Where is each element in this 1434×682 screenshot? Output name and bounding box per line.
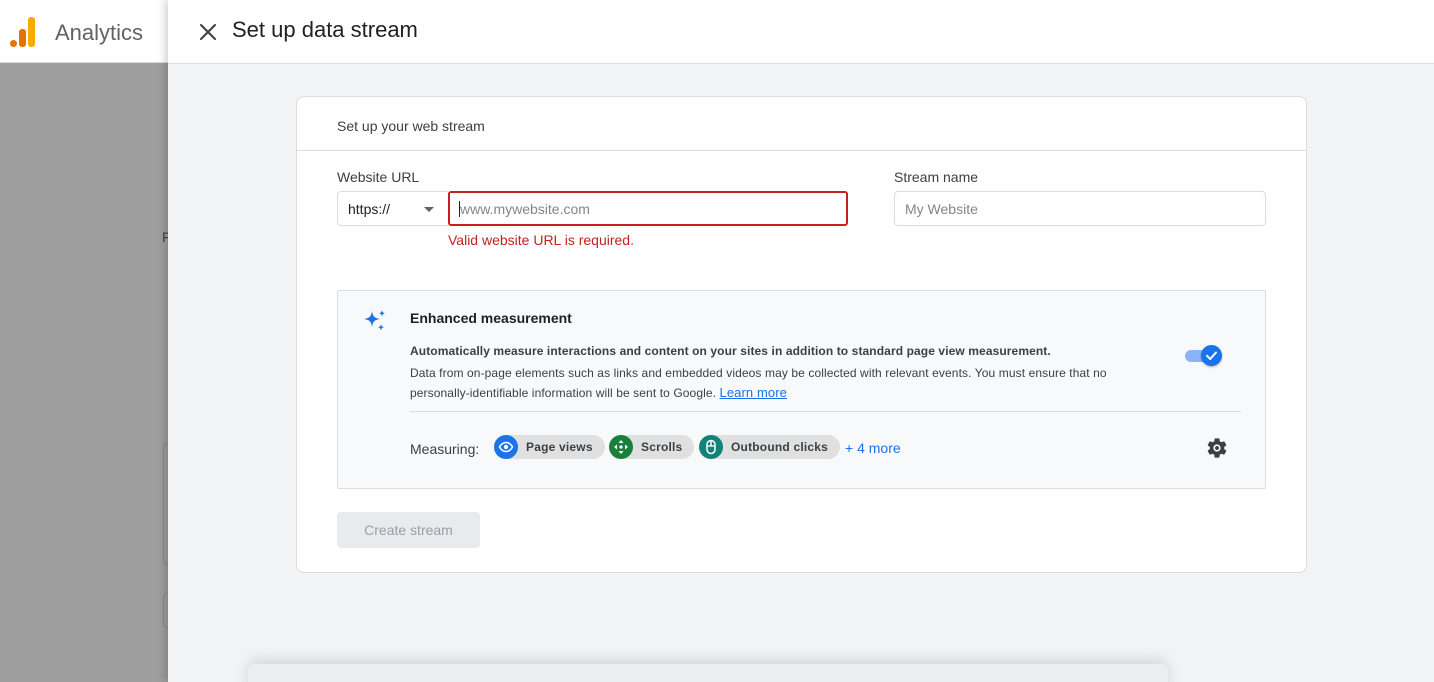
sparkle-icon [364,310,386,331]
stream-name-input[interactable] [894,191,1266,226]
setup-data-stream-panel: Set up data stream Set up your web strea… [168,0,1434,682]
protocol-select[interactable]: https:// [337,191,448,226]
enhanced-measurement-section: Enhanced measurement Automatically measu… [337,290,1266,489]
enhanced-measurement-summary: Automatically measure interactions and c… [410,344,1051,358]
app-name: Analytics [55,20,144,45]
chip-label: Scrolls [641,440,683,454]
close-icon [200,24,216,40]
more-measurements-link[interactable]: + 4 more [845,440,901,456]
check-icon [1206,351,1217,360]
website-url-input[interactable] [448,191,848,226]
next-section-edge [248,664,1168,682]
chip-outbound-clicks[interactable]: Outbound clicks [699,435,841,459]
text-cursor [459,201,460,217]
gear-icon[interactable] [1205,436,1229,460]
scroll-arrows-icon [609,435,633,459]
eye-icon [494,435,518,459]
analytics-logo-icon [10,17,38,47]
enhanced-measurement-description: Data from on-page elements such as links… [410,363,1150,403]
chip-scrolls[interactable]: Scrolls [609,435,695,459]
chevron-down-icon [424,207,434,212]
close-button[interactable] [194,18,222,46]
panel-header: Set up data stream [168,0,1434,64]
stream-name-label: Stream name [894,169,979,185]
section-divider [410,411,1241,412]
measuring-label: Measuring: [410,441,480,457]
create-stream-button[interactable]: Create stream [337,512,480,548]
learn-more-link[interactable]: Learn more [720,385,787,400]
chip-label: Page views [526,440,593,454]
website-url-label: Website URL [337,169,420,185]
chip-label: Outbound clicks [731,440,829,454]
enhanced-measurement-toggle[interactable] [1185,344,1222,366]
web-stream-card: Set up your web stream Website URL https… [296,96,1307,573]
protocol-value: https:// [348,201,391,217]
enhanced-measurement-title: Enhanced measurement [410,310,572,326]
card-header: Set up your web stream [297,97,1306,151]
toggle-knob [1201,345,1222,366]
url-error-message: Valid website URL is required. [448,232,634,248]
mouse-icon [699,435,723,459]
chip-page-views[interactable]: Page views [494,435,605,459]
card-heading: Set up your web stream [337,118,485,134]
panel-title: Set up data stream [232,17,418,42]
